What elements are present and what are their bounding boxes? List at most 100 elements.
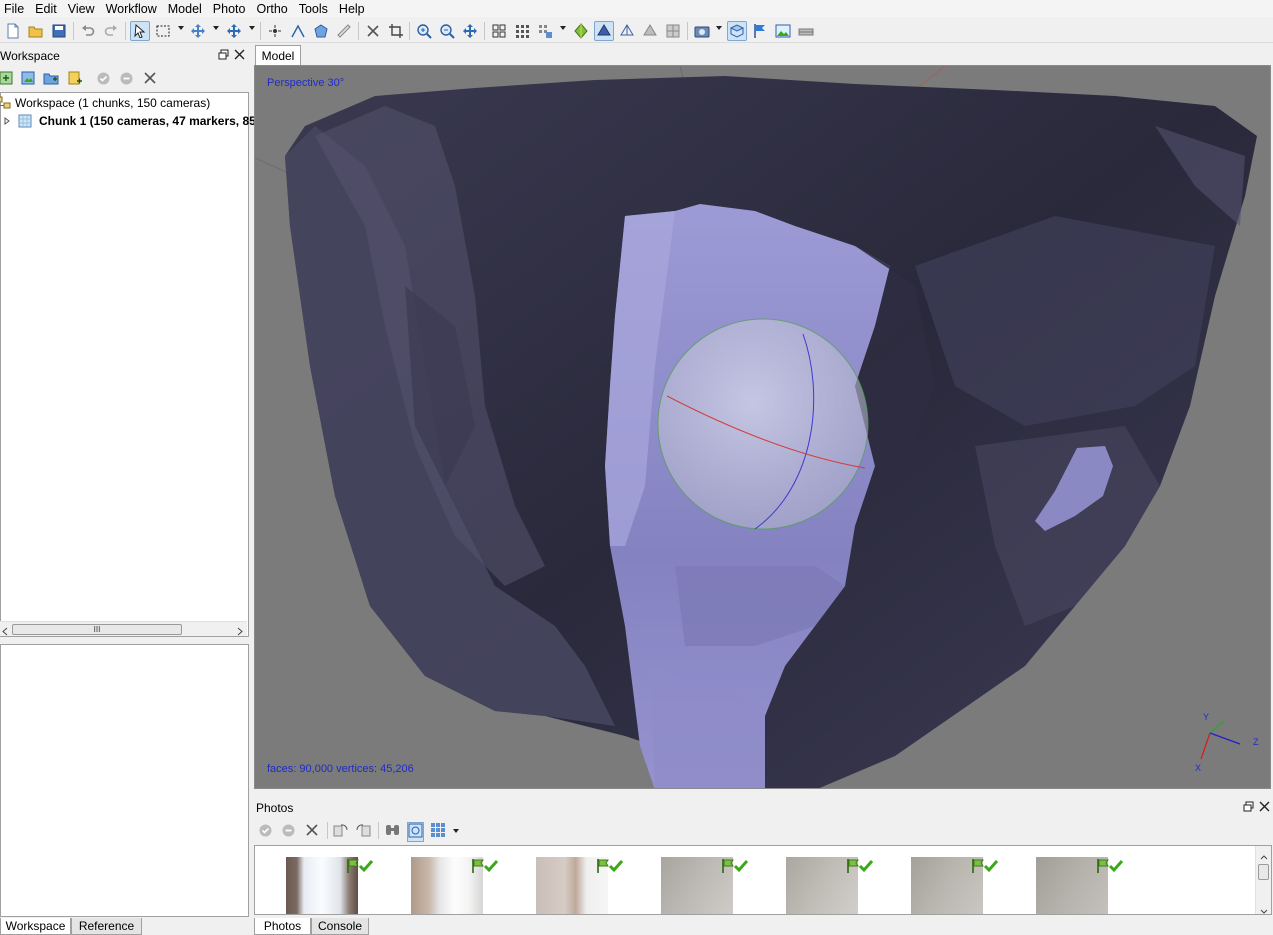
camera-dropdown-icon[interactable]	[716, 26, 722, 30]
float-panel-icon[interactable]	[1243, 801, 1254, 815]
workspace-horizontal-scrollbar[interactable]: III	[0, 621, 247, 636]
axis-x-label: X	[1195, 763, 1202, 773]
camera-capture-icon[interactable]	[692, 21, 712, 41]
add-chunk-icon[interactable]	[0, 70, 14, 89]
open-folder-icon[interactable]	[26, 21, 46, 41]
mesh-stats-label: faces: 90,000 vertices: 45,206	[267, 763, 414, 775]
close-panel-icon[interactable]	[1259, 801, 1270, 815]
binoculars-icon[interactable]	[384, 822, 401, 841]
filter-photos-icon[interactable]	[407, 822, 424, 842]
tiled-model-icon[interactable]	[663, 21, 683, 41]
redo-icon[interactable]	[101, 21, 121, 41]
cloud-dropdown-icon[interactable]	[560, 26, 566, 30]
scrollbar-thumb[interactable]: III	[12, 624, 182, 635]
rectangle-selection-icon[interactable]	[153, 21, 173, 41]
expand-arrow-icon[interactable]	[1, 117, 13, 125]
view-mode-dropdown-icon[interactable]	[453, 829, 459, 833]
model-textured-icon[interactable]	[640, 21, 660, 41]
draw-polyline-icon[interactable]	[288, 21, 308, 41]
reset-view-icon[interactable]	[460, 21, 480, 41]
undo-icon[interactable]	[78, 21, 98, 41]
float-panel-icon[interactable]	[218, 49, 229, 63]
show-region-icon[interactable]	[727, 21, 747, 41]
navigation-cursor-icon[interactable]	[130, 21, 150, 41]
tab-workspace[interactable]: Workspace	[0, 918, 71, 935]
aligned-flag-check-icon	[721, 858, 753, 874]
chunk-label: Chunk 1 (150 cameras, 47 markers, 85	[39, 114, 256, 128]
tab-console[interactable]: Console	[311, 918, 369, 935]
model-viewport[interactable]: Perspective 30° faces: 90,000 vertices: …	[254, 65, 1271, 789]
photos-vertical-scrollbar[interactable]	[1255, 846, 1271, 914]
photos-thumbnail-area	[254, 845, 1272, 915]
show-shapes-icon[interactable]	[796, 21, 816, 41]
menu-edit[interactable]: Edit	[31, 1, 64, 17]
workspace-panel-header: Workspace	[0, 47, 249, 65]
scrollbar-thumb[interactable]	[1258, 864, 1269, 880]
zoom-in-icon[interactable]	[414, 21, 434, 41]
draw-polygon-icon[interactable]	[311, 21, 331, 41]
tab-photos[interactable]: Photos	[254, 918, 311, 935]
disable-cameras-icon[interactable]	[281, 823, 296, 841]
properties-pane	[0, 644, 249, 917]
tab-reference[interactable]: Reference	[71, 918, 142, 935]
delete-selection-icon[interactable]	[363, 21, 383, 41]
workspace-root-label: Workspace (1 chunks, 150 cameras)	[15, 96, 211, 110]
workspace-toolbar	[0, 66, 249, 91]
aligned-flag-check-icon	[971, 858, 1003, 874]
tree-item-chunk[interactable]: Chunk 1 (150 cameras, 47 markers, 85	[1, 112, 256, 130]
move-region-icon[interactable]	[188, 21, 208, 41]
scroll-left-icon[interactable]	[1, 625, 9, 639]
scroll-right-icon[interactable]	[236, 625, 244, 639]
dense-cloud-icon[interactable]	[535, 21, 555, 41]
workspace-panel-title: Workspace	[0, 49, 60, 63]
menu-tools[interactable]: Tools	[295, 1, 335, 17]
menu-model[interactable]: Model	[164, 1, 209, 17]
model-wireframe-icon[interactable]	[617, 21, 637, 41]
zoom-out-icon[interactable]	[437, 21, 457, 41]
model-solid-icon[interactable]	[594, 21, 614, 41]
remove-cameras-icon[interactable]	[305, 823, 319, 840]
add-marker-icon[interactable]	[67, 70, 83, 89]
menu-ortho[interactable]: Ortho	[252, 1, 294, 17]
menu-view[interactable]: View	[64, 1, 102, 17]
save-icon[interactable]	[49, 21, 69, 41]
add-photos-icon[interactable]	[20, 70, 36, 89]
menu-photo[interactable]: Photo	[209, 1, 253, 17]
disable-cameras-icon[interactable]	[119, 71, 134, 89]
ruler-icon[interactable]	[334, 21, 354, 41]
selection-dropdown-icon[interactable]	[178, 26, 184, 30]
photos-panel-title: Photos	[256, 801, 294, 815]
rotate-dropdown-icon[interactable]	[249, 26, 255, 30]
move-dropdown-icon[interactable]	[213, 26, 219, 30]
menu-bar: File Edit View Workflow Model Photo Orth…	[0, 0, 1273, 17]
ruler-point-icon[interactable]	[265, 21, 285, 41]
rotate-left-icon[interactable]	[332, 822, 349, 841]
rotate-right-icon[interactable]	[355, 822, 372, 841]
menu-help[interactable]: Help	[335, 1, 372, 17]
tab-model[interactable]: Model	[255, 45, 301, 65]
projection-label: Perspective 30°	[267, 77, 345, 89]
scroll-up-icon[interactable]	[1260, 849, 1268, 863]
model-shaded-icon[interactable]	[571, 21, 591, 41]
enable-cameras-icon[interactable]	[258, 823, 273, 841]
show-markers-icon[interactable]	[750, 21, 770, 41]
view-mode-icon[interactable]	[430, 822, 446, 841]
add-folder-icon[interactable]	[43, 70, 59, 89]
close-panel-icon[interactable]	[234, 49, 245, 63]
scroll-down-icon[interactable]	[1260, 904, 1268, 914]
crop-selection-icon[interactable]	[386, 21, 406, 41]
remove-items-icon[interactable]	[143, 71, 157, 88]
new-document-icon[interactable]	[3, 21, 23, 41]
tree-item-workspace[interactable]: Workspace (1 chunks, 150 cameras)	[0, 94, 211, 112]
axis-z-label: Z	[1253, 737, 1259, 747]
point-cloud-icon[interactable]	[512, 21, 532, 41]
menu-file[interactable]: File	[0, 1, 31, 17]
menu-workflow[interactable]: Workflow	[102, 1, 164, 17]
show-cameras-icon[interactable]	[489, 21, 509, 41]
photos-toolbar	[254, 818, 1273, 842]
enable-cameras-icon[interactable]	[96, 71, 111, 89]
chunk-icon	[16, 114, 34, 128]
aligned-flag-check-icon	[846, 858, 878, 874]
show-images-icon[interactable]	[773, 21, 793, 41]
rotate-region-icon[interactable]	[224, 21, 244, 41]
